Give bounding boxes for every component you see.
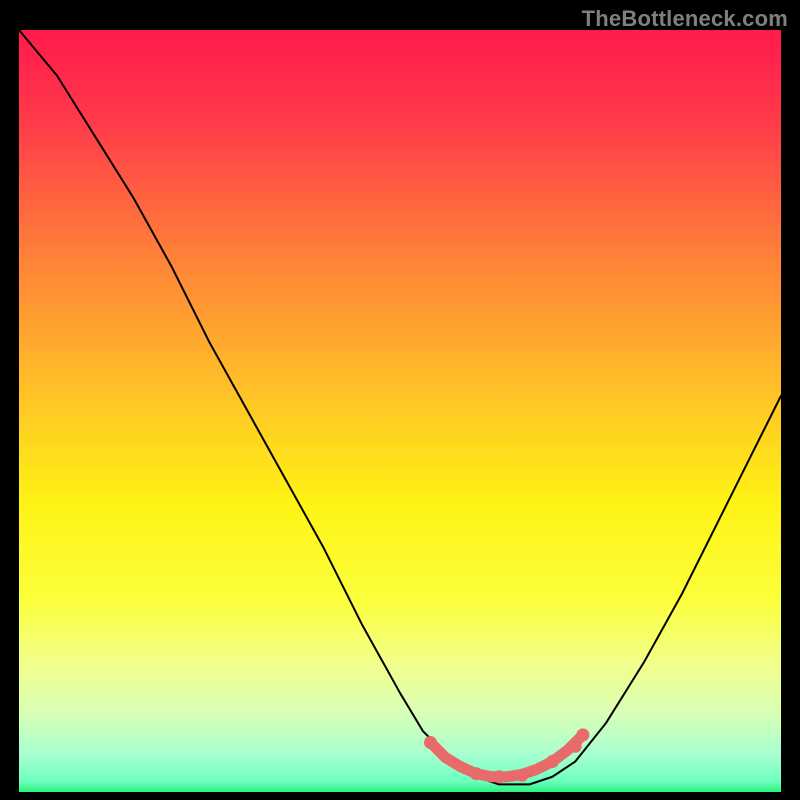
sweet-spot-marker (576, 728, 589, 741)
plot-area (19, 30, 781, 792)
gradient-background (19, 30, 781, 792)
watermark-text: TheBottleneck.com (582, 6, 788, 32)
sweet-spot-marker (546, 755, 559, 768)
sweet-spot-marker (470, 767, 483, 780)
chart-frame: TheBottleneck.com (0, 0, 800, 800)
sweet-spot-marker (493, 770, 506, 783)
sweet-spot-marker (424, 736, 437, 749)
sweet-spot-marker (569, 740, 582, 753)
sweet-spot-marker (515, 769, 528, 782)
plot-svg (19, 30, 781, 792)
